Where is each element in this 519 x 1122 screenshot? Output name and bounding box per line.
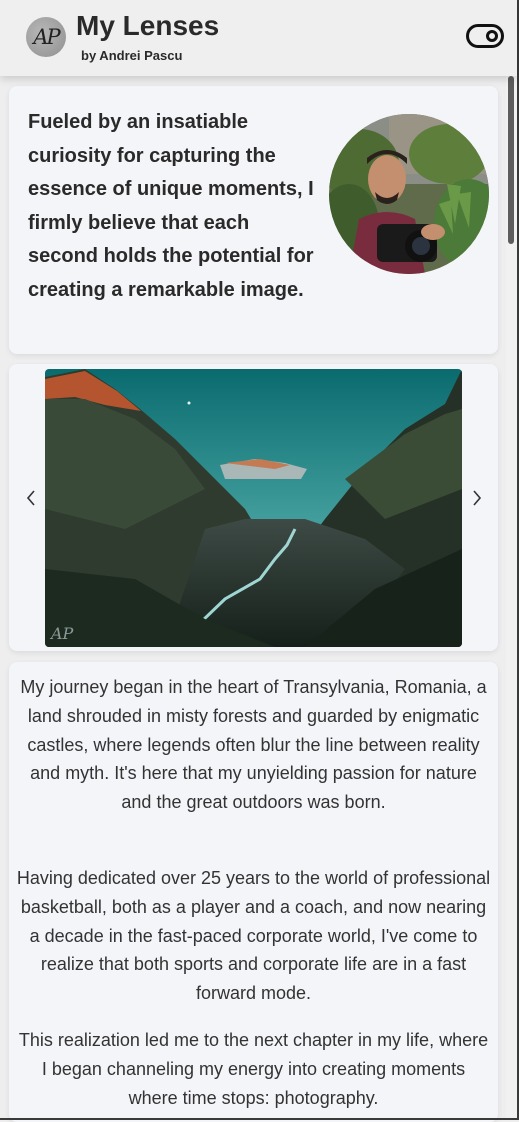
site-byline: by Andrei Pascu	[81, 48, 183, 63]
carousel-prev-button[interactable]	[20, 485, 42, 511]
intro-text: Fueled by an insatiable curiosity for ca…	[28, 111, 314, 301]
story-card: My journey began in the heart of Transyl…	[9, 662, 498, 1122]
chevron-right-icon	[473, 490, 482, 506]
site-title[interactable]: My Lenses	[76, 10, 219, 42]
logo[interactable]: AP	[26, 17, 66, 57]
logo-monogram: AP	[33, 25, 60, 49]
story-paragraph: My journey began in the heart of Transyl…	[20, 677, 487, 813]
watermark-text: AP	[49, 624, 74, 643]
intro-card: Fueled by an insatiable curiosity for ca…	[9, 86, 498, 354]
chevron-left-icon	[26, 490, 35, 506]
story-paragraph: Having dedicated over 25 years to the wo…	[16, 868, 491, 1004]
theme-toggle-icon[interactable]	[466, 24, 504, 48]
profile-photo	[329, 114, 489, 274]
page-scrollbar[interactable]	[506, 76, 517, 1118]
carousel-next-button[interactable]	[466, 485, 488, 511]
scrollbar-thumb[interactable]	[508, 76, 514, 244]
photo-carousel: AP	[9, 364, 498, 651]
toggle-knob	[486, 30, 498, 42]
story-paragraph: This realization led me to the next chap…	[18, 1030, 489, 1108]
carousel-slide-image: AP	[45, 369, 462, 647]
app-header: AP My Lenses by Andrei Pascu	[0, 0, 517, 76]
